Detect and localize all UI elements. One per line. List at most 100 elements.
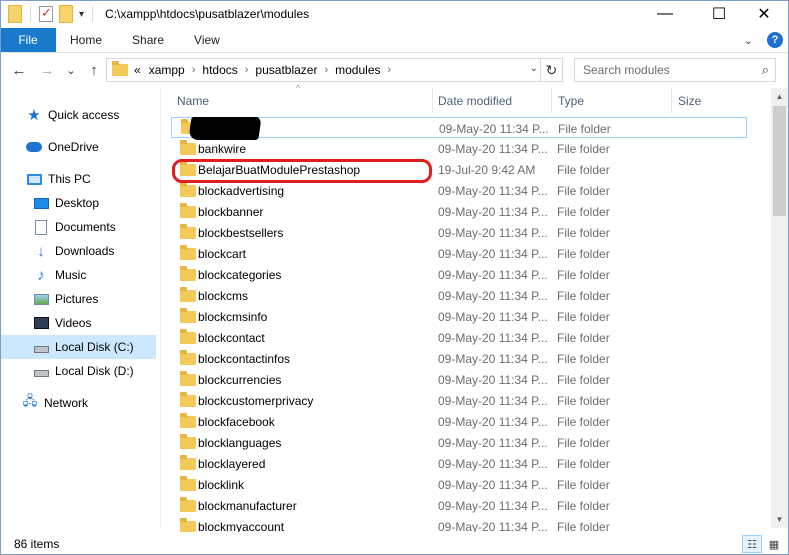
file-name[interactable]: blockmanufacturer [198,499,297,513]
file-type: File folder [557,436,610,450]
minimize-button[interactable]: — [642,0,688,28]
file-name[interactable]: blockbanner [198,205,263,219]
tab-home[interactable]: Home [56,28,117,52]
table-row[interactable]: blockcategories 09-May-20 11:34 P... File … [171,264,747,285]
table-row[interactable]: BelajarBuatModulePrestashop 19-Jul-20 9:4… [171,159,747,180]
close-button[interactable]: ✕ [741,0,787,28]
table-row[interactable]: blockcontactinfos 09-May-20 11:34 P... Fil… [171,348,747,369]
file-name[interactable]: blockcart [198,247,246,261]
tab-view[interactable]: View [179,28,235,52]
toolbar-divider [92,6,94,22]
file-name[interactable]: BelajarBuatModulePrestashop [198,163,360,177]
scroll-down-icon[interactable]: ▼ [771,511,788,528]
breadcrumb-separator[interactable]: › [245,64,249,76]
table-row[interactable]: bankwire 09-May-20 11:34 P... File folder [171,138,747,159]
file-name[interactable]: blockcmsinfo [198,310,267,324]
file-name[interactable]: blocklanguages [198,436,281,450]
breadcrumb-item[interactable]: htdocs [202,63,237,77]
table-row[interactable]: blockbestsellers 09-May-20 11:34 P... File… [171,222,747,243]
sidebar-item-documents[interactable]: Documents [0,215,156,239]
refresh-button[interactable]: ↻ [540,59,562,81]
tab-file[interactable]: File [0,28,56,52]
file-name[interactable]: blockcurrencies [198,373,281,387]
sidebar-item-videos[interactable]: Videos [0,311,156,335]
column-header-type[interactable]: Type [552,88,671,113]
sidebar-item-onedrive[interactable]: OneDrive [0,135,156,159]
table-row[interactable]: blockmanufacturer 09-May-20 11:34 P... Fil… [171,495,747,516]
file-name[interactable]: bankwire [198,142,246,156]
table-row[interactable]: blocklanguages 09-May-20 11:34 P... File f… [171,432,747,453]
table-row[interactable]: blockbanner 09-May-20 11:34 P... File fold… [171,201,747,222]
pane-splitter[interactable] [160,88,161,528]
file-type: File folder [557,142,610,156]
vertical-scrollbar[interactable]: ▲ ▼ [771,88,788,528]
help-icon[interactable]: ? [767,32,783,48]
file-name[interactable]: blockadvertising [198,184,284,198]
file-name[interactable]: blockcms [198,289,248,303]
breadcrumb-overflow[interactable]: « [134,63,141,77]
file-name[interactable]: blocklink [198,478,244,492]
table-row[interactable]: blockcmsinfo 09-May-20 11:34 P... File fol… [171,306,747,327]
sidebar-item-desktop[interactable]: Desktop [0,191,156,215]
scroll-thumb[interactable] [773,106,786,216]
address-dropdown-icon[interactable]: ⌄ [530,63,538,74]
computer-icon [26,171,42,187]
file-name[interactable]: blockcategories [198,268,281,282]
sidebar-item-this-pc[interactable]: This PC [0,167,156,191]
breadcrumb-item[interactable]: xampp [149,63,185,77]
sidebar-item-local-disk-d[interactable]: Local Disk (D:) [0,359,156,383]
file-name[interactable]: blockbestsellers [198,226,283,240]
table-row[interactable]: blockcustomerprivacy 09-May-20 11:34 P...… [171,390,747,411]
table-row[interactable]: blockcontact 09-May-20 11:34 P... File fol… [171,327,747,348]
back-button[interactable]: ← [10,62,28,79]
sidebar-item-quick-access[interactable]: ★ Quick access [0,103,156,127]
file-name[interactable]: blockcustomerprivacy [198,394,313,408]
breadcrumb-item[interactable]: pusatblazer [255,63,317,77]
table-row[interactable]: blockcms 09-May-20 11:34 P... File folder [171,285,747,306]
table-row[interactable]: blockcurrencies 09-May-20 11:34 P... File … [171,369,747,390]
breadcrumb-separator[interactable]: › [324,64,328,76]
table-row[interactable]: 09-May-20 11:34 P... File folder [171,117,747,140]
breadcrumb-item[interactable]: modules [335,63,380,77]
tab-share[interactable]: Share [117,28,179,52]
details-view-button[interactable]: ☷ [742,535,762,553]
table-row[interactable]: blocklayered 09-May-20 11:34 P... File fol… [171,453,747,474]
table-row[interactable]: blockmyaccount 09-May-20 11:34 P... File f… [171,516,747,532]
navigation-pane: ★ Quick access OneDrive This PC Desktop … [0,88,160,528]
search-box[interactable]: ⌕ [574,58,776,82]
maximize-button[interactable]: ☐ [696,0,742,28]
sidebar-item-pictures[interactable]: Pictures [0,287,156,311]
breadcrumb-separator[interactable]: › [192,64,196,76]
sidebar-item-network[interactable]: 🖧 Network [0,391,156,415]
column-header-name[interactable]: Name [171,88,432,113]
sidebar-item-music[interactable]: ♪ Music [0,263,156,287]
sidebar-item-local-disk-c[interactable]: Local Disk (C:) [0,335,156,359]
file-name[interactable]: blocklayered [198,457,265,471]
scroll-up-icon[interactable]: ▲ [771,88,788,105]
drive-icon [33,339,49,355]
file-name[interactable]: blockfacebook [198,415,275,429]
customize-toolbar-dropdown-icon[interactable]: ▾ [79,9,84,20]
column-header-size[interactable]: Size [672,88,770,113]
properties-icon[interactable] [39,5,53,22]
file-name[interactable]: blockcontactinfos [198,352,290,366]
address-bar[interactable]: « xampp › htdocs › pusatblazer › modules… [106,58,563,82]
table-row[interactable]: blockadvertising 09-May-20 11:34 P... File… [171,180,747,201]
item-count: 86 items [14,536,60,551]
up-button[interactable]: ↑ [85,62,103,79]
sidebar-item-downloads[interactable]: ↓ Downloads [0,239,156,263]
forward-button[interactable]: → [38,62,56,79]
recent-locations-button[interactable]: ⌄ [62,64,80,77]
file-name[interactable]: blockmyaccount [198,520,284,532]
expand-ribbon-icon[interactable]: ⌄ [744,34,753,47]
table-row[interactable]: blocklink 09-May-20 11:34 P... File folder [171,474,747,495]
column-header-date-modified[interactable]: Date modified [432,88,551,113]
breadcrumb-separator[interactable]: › [388,64,392,76]
large-icons-view-button[interactable]: ▦ [764,535,784,553]
file-name[interactable]: blockcontact [198,331,265,345]
new-folder-icon[interactable] [59,5,73,23]
search-icon[interactable]: ⌕ [762,62,769,78]
table-row[interactable]: blockcart 09-May-20 11:34 P... File folder [171,243,747,264]
table-row[interactable]: blockfacebook 09-May-20 11:34 P... File fo… [171,411,747,432]
search-input[interactable] [583,63,743,77]
